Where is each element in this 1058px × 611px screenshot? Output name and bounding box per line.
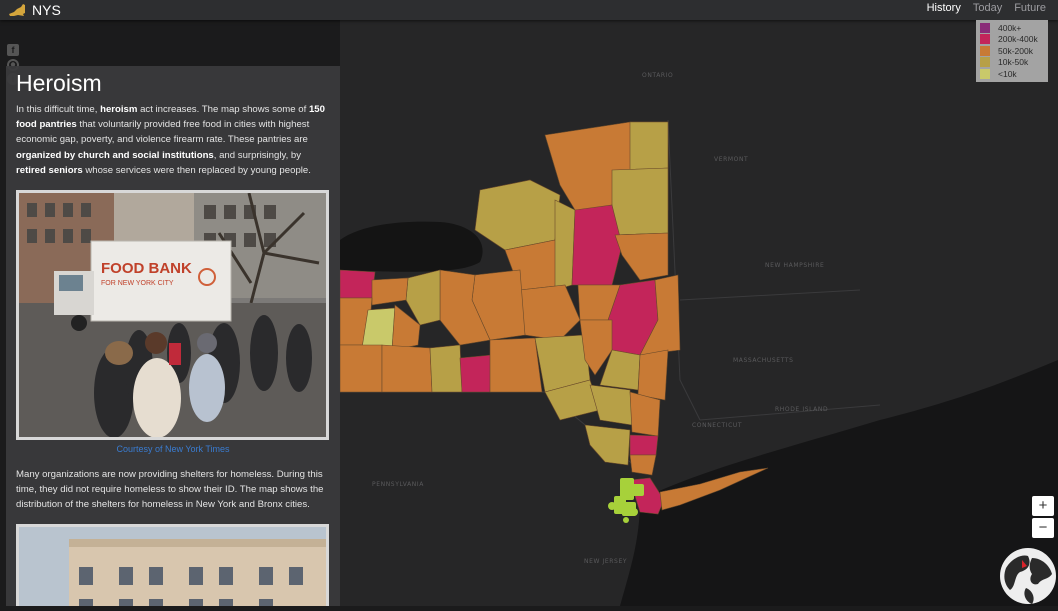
story-panel[interactable]: Heroism In this difficult time, heroism … xyxy=(6,66,340,606)
legend-label: <10k xyxy=(998,68,1017,79)
svg-text:FOR NEW YORK CITY: FOR NEW YORK CITY xyxy=(101,280,174,287)
county[interactable] xyxy=(629,454,657,476)
story-paragraph-2: Many organizations are now providing she… xyxy=(16,469,324,511)
svg-text:FOOD BANK: FOOD BANK xyxy=(101,260,192,277)
county[interactable] xyxy=(629,391,661,437)
top-bar: NYS History Today Future xyxy=(0,0,1058,20)
map-label: NEW JERSEY xyxy=(584,558,628,565)
county[interactable] xyxy=(571,204,623,286)
legend-item: <10k xyxy=(980,68,1048,80)
facebook-icon[interactable]: f xyxy=(7,44,19,56)
nys-state-icon xyxy=(9,4,25,16)
legend-swatch xyxy=(980,22,990,33)
brand-title: NYS xyxy=(32,2,61,18)
county[interactable] xyxy=(629,434,659,456)
county[interactable] xyxy=(611,167,669,236)
shelter-marker[interactable] xyxy=(630,508,638,516)
map-label: RHODE ISLAND xyxy=(775,406,829,413)
nav-history[interactable]: History xyxy=(927,2,961,14)
county[interactable] xyxy=(629,121,669,171)
photo-credit-link[interactable]: Courtesy of New York Times xyxy=(6,444,340,454)
brand[interactable]: NYS xyxy=(8,1,61,19)
shelter-marker[interactable] xyxy=(608,502,616,510)
nav-future[interactable]: Future xyxy=(1014,2,1046,14)
legend-swatch xyxy=(980,68,990,79)
legend-swatch xyxy=(980,34,990,45)
map-label: CONNECTICUT xyxy=(692,422,743,429)
shelter-marker[interactable] xyxy=(623,517,629,523)
legend-swatch xyxy=(980,45,990,56)
map-label: PENNSYLVANIA xyxy=(372,481,424,488)
zoom-out-button[interactable]: − xyxy=(1032,518,1054,538)
zoom-in-button[interactable]: + xyxy=(1032,496,1054,516)
map-label: VERMONT xyxy=(714,156,749,163)
legend-label: 400k+ xyxy=(998,22,1022,33)
county[interactable] xyxy=(459,354,493,393)
county[interactable] xyxy=(637,349,669,401)
county[interactable] xyxy=(554,199,576,291)
globe-minimap[interactable] xyxy=(998,546,1058,606)
shelter-photo xyxy=(16,524,329,606)
legend-swatch xyxy=(980,57,990,68)
map-legend: 400k+ 200k-400k 50k-200k 10k-50k <10k xyxy=(976,20,1048,82)
legend-label: 50k-200k xyxy=(998,45,1033,56)
food-bank-photo: FOOD BANK FOR NEW YORK CITY xyxy=(16,190,329,440)
county[interactable] xyxy=(381,344,433,393)
panel-title: Heroism xyxy=(16,70,102,96)
legend-label: 10k-50k xyxy=(998,57,1029,68)
legend-item: 400k+ xyxy=(980,22,1048,34)
map-label: NEW HAMPSHIRE xyxy=(765,262,825,269)
main-nav: History Today Future xyxy=(927,2,1046,14)
shelter-photo-image xyxy=(19,527,326,606)
story-paragraph-1: In this difficult time, heroism act incr… xyxy=(16,104,325,176)
map-label: ONTARIO xyxy=(642,72,674,79)
county[interactable] xyxy=(429,344,463,393)
legend-item: 200k-400k xyxy=(980,34,1048,46)
legend-item: 50k-200k xyxy=(980,45,1048,57)
map-label: MASSACHUSETTS xyxy=(733,357,794,364)
globe-icon xyxy=(1000,548,1056,604)
shelter-marker[interactable] xyxy=(628,484,644,496)
nav-today[interactable]: Today xyxy=(973,2,1002,14)
county[interactable] xyxy=(339,344,383,393)
county[interactable] xyxy=(489,337,543,393)
legend-label: 200k-400k xyxy=(998,34,1038,45)
county[interactable] xyxy=(339,269,376,299)
food-bank-photo-image: FOOD BANK FOR NEW YORK CITY xyxy=(19,192,326,438)
legend-item: 10k-50k xyxy=(980,57,1048,69)
